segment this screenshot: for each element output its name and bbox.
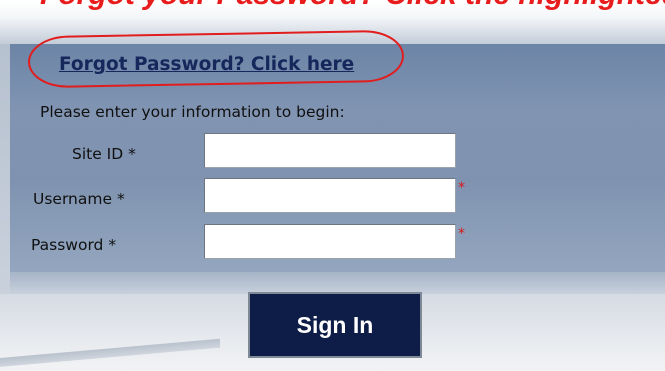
highlight-circle (27, 29, 405, 89)
username-label: Username * (33, 190, 125, 208)
password-required-marker: * (458, 226, 465, 242)
password-input[interactable] (204, 224, 456, 259)
panel-left-edge (0, 44, 10, 294)
site-id-label: Site ID * (72, 145, 136, 163)
site-id-input[interactable] (204, 133, 456, 168)
username-input[interactable] (204, 178, 456, 213)
sign-in-button[interactable]: Sign In (248, 292, 422, 358)
password-label: Password * (31, 236, 117, 254)
username-required-marker: * (458, 180, 465, 196)
annotation-heading: Forgot your Password? Click the highligh… (40, 0, 665, 12)
panel-bottom-shade (10, 272, 665, 294)
instruction-text: Please enter your information to begin: (40, 103, 345, 121)
login-screen: Forgot your Password? Click the highligh… (0, 0, 665, 371)
